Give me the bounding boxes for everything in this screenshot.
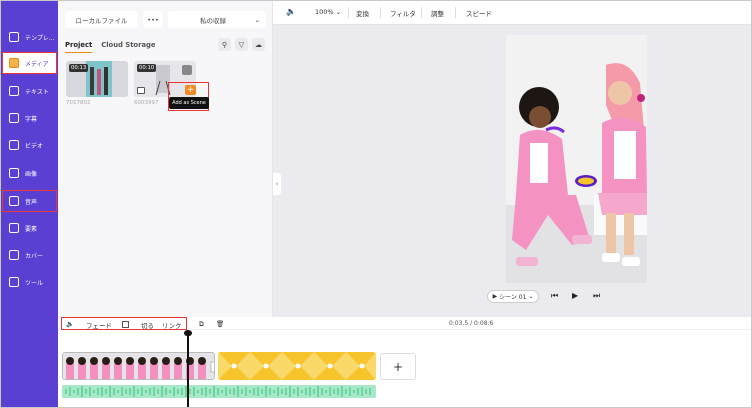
media-id: 7017802 [66,100,91,106]
chevron-down-icon: ⌄ [335,8,342,16]
sidebar-item-video[interactable]: ビデオ [3,135,56,155]
divider [348,7,349,18]
text-icon [9,86,19,96]
video-clip-frames [63,353,214,379]
previous-icon[interactable]: ⏮ [551,291,558,301]
video-icon [9,140,19,150]
speed-button[interactable]: スピード [466,8,492,18]
sidebar-item-audio[interactable]: 音声 [2,190,57,212]
divider [421,7,422,18]
filter-icon[interactable]: ▽ [235,38,248,51]
yellow-clip[interactable] [218,352,376,380]
chevron-down-icon: ⌄ [254,15,260,24]
next-icon[interactable]: ⏭ [593,291,600,301]
more-button[interactable]: ••• [143,11,163,28]
sidebar-item-image[interactable]: 画像 [3,163,56,183]
sidebar-item-label: 画像 [25,170,38,178]
video-preview[interactable] [506,35,647,283]
timeline-toolbar: 🔈 フェード 切る リンク ⧉ 🗑 0:03.5 / 0:08.6 [58,317,751,330]
tab-project[interactable]: Project [65,41,93,53]
media-panel: ローカルファイル ••• 私の収録 ⌄ Project Cloud Storag… [58,1,273,317]
transform-button[interactable]: 変換 [356,8,369,18]
play-button[interactable]: ▶ [572,291,578,300]
crop-icon[interactable] [137,87,145,94]
scene-label: シーン 01 [499,294,527,301]
sidebar-item-label: カバー [25,252,44,260]
media-id: 6003997 [134,100,159,106]
audio-track[interactable] [62,385,376,398]
canvas-area: ‹ ▶ シーン 01 ⌄ ⏮ ▶ ⏭ [273,25,751,317]
sidebar-item-tools[interactable]: ツール [3,272,56,292]
playhead-handle[interactable] [184,330,192,336]
yellow-clip-frames [218,352,376,380]
tools-icon [9,277,19,287]
collapse-panel-button[interactable]: ‹ [273,173,281,195]
sidebar-item-label: 音声 [25,198,38,206]
sidebar-item-label: テンプレ... [25,34,55,42]
sidebar-item-cover[interactable]: カバー [3,245,56,265]
sidebar-item-elements[interactable]: 要素 [3,218,56,238]
subtitle-icon [9,113,19,123]
sidebar: テンプレ... メディア テキスト 字幕 ビデオ 画像 音声 要素 カバー ツー… [1,1,58,407]
highlight-box [61,317,187,330]
timecode: 0:03.5 / 0:08.6 [449,320,494,327]
app-window: テンプレ... メディア テキスト 字幕 ビデオ 画像 音声 要素 カバー ツー… [0,0,752,408]
video-clip[interactable] [62,352,215,380]
image-icon [9,168,19,178]
scene-selector[interactable]: ▶ シーン 01 ⌄ [487,290,539,303]
chevron-down-icon: ⌄ [526,293,534,300]
sidebar-item-label: ツール [25,279,44,287]
duration-badge: 00:13 [69,64,89,72]
duplicate-icon[interactable]: ⧉ [199,320,204,329]
audio-waveform [62,385,376,398]
sidebar-item-text[interactable]: テキスト [3,81,56,101]
cover-icon [9,250,19,260]
volume-icon[interactable]: 🔈 [286,7,296,16]
collection-dropdown[interactable]: 私の収録 ⌄ [168,11,266,28]
divider [455,7,456,18]
elements-icon [9,223,19,233]
sidebar-item-media[interactable]: メディア [2,52,57,74]
music-icon [9,196,19,206]
template-icon [9,32,19,42]
zoom-value: 100% [315,8,334,16]
zoom-dropdown[interactable]: 100% ⌄ [315,8,341,16]
sidebar-item-label: 字幕 [25,115,38,123]
cloud-icon[interactable]: ☁ [252,38,265,51]
sidebar-item-label: メディア [25,60,49,68]
local-file-button[interactable]: ローカルファイル [65,11,138,28]
sidebar-item-label: ビデオ [25,142,44,150]
timeline: + [58,330,751,407]
video-frame [506,35,647,283]
divider [380,7,381,18]
folder-icon [9,58,19,68]
search-icon[interactable]: ⚲ [218,38,231,51]
sidebar-item-label: 要素 [25,225,38,233]
playhead[interactable] [187,332,189,407]
add-track-button[interactable]: + [380,353,416,380]
sidebar-item-template[interactable]: テンプレ... [3,27,56,47]
media-thumbnail[interactable]: 00:13 [66,61,128,97]
adjust-button[interactable]: 調整 [431,8,444,18]
tooltip: Add as Scene [169,97,209,109]
panel-tabs: Project Cloud Storage [65,41,156,53]
tab-cloud-storage[interactable]: Cloud Storage [101,41,155,53]
filter-button[interactable]: フィルタ [390,8,416,18]
sidebar-item-subtitle[interactable]: 字幕 [3,108,56,128]
top-toolbar: 🔈 100% ⌄ 変換 フィルタ 調整 スピード [273,1,751,25]
duration-badge: 00:10 [137,64,157,72]
collection-dropdown-label: 私の収録 [200,16,226,25]
sidebar-item-label: テキスト [25,88,49,96]
delete-icon[interactable]: 🗑 [216,320,224,328]
